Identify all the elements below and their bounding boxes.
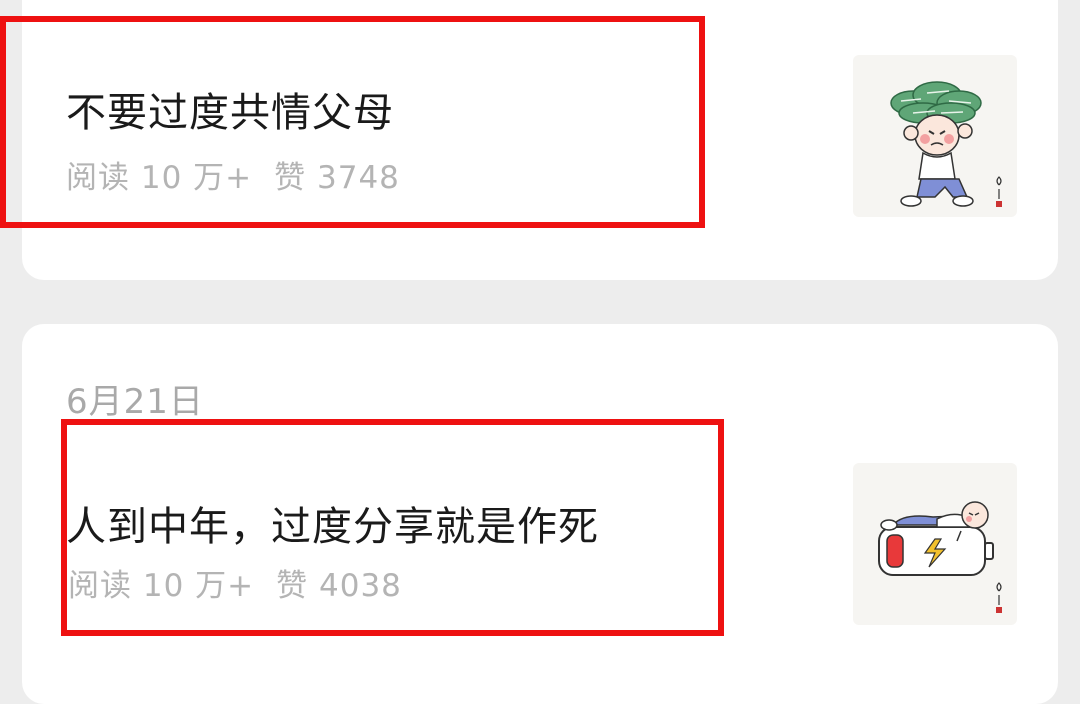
highlight-box bbox=[61, 419, 724, 636]
money-head-cartoon-icon bbox=[890, 81, 1002, 207]
battery-cartoon-icon bbox=[878, 501, 1002, 613]
article-thumbnail[interactable] bbox=[853, 463, 1017, 625]
highlight-box bbox=[0, 16, 705, 228]
article-date: 6月21日 bbox=[66, 382, 204, 422]
article-thumbnail[interactable] bbox=[853, 55, 1017, 217]
